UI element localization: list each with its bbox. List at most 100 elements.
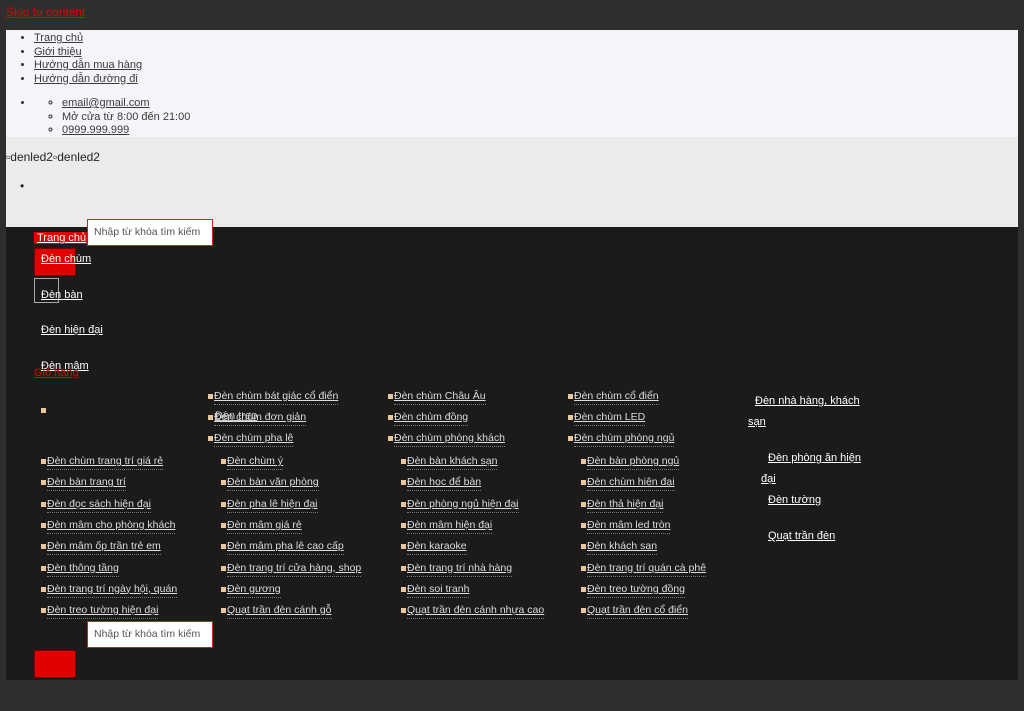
category-link[interactable]: Đèn treo tường hiện đại (47, 604, 159, 620)
menu-item-modern-lamp[interactable]: Đèn hiện đại (41, 324, 103, 336)
side-category-link[interactable]: Đèn nhà hàng, khách sạn (748, 391, 868, 433)
bullet-icon (221, 459, 226, 464)
category-link[interactable]: Đèn trang trí nhà hàng (407, 562, 513, 577)
top-bar: Trang chủ Giới thiệu Hướng dẫn mua hàng … (6, 30, 1018, 137)
category-link[interactable]: Đèn chùm hiện đại (587, 476, 675, 492)
bullet-icon (581, 544, 586, 550)
bullet-icon (208, 436, 213, 441)
category-link[interactable]: Đèn thông tầng (47, 562, 119, 577)
bullet-icon (208, 415, 213, 420)
menu-home[interactable]: Trang chủ (34, 232, 90, 244)
category-link[interactable]: Đèn trang trí cửa hàng, shop (227, 562, 362, 577)
page-wrapper: Trang chủ Giới thiệu Hướng dẫn mua hàng … (6, 30, 1018, 680)
category-link[interactable]: Đèn phòng ngủ hiện đại (407, 498, 519, 513)
top-links: Trang chủ Giới thiệu Hướng dẫn mua hàng … (34, 32, 142, 86)
search-button-secondary[interactable] (34, 650, 76, 678)
side-category-link[interactable]: Quạt trần đèn (768, 526, 835, 547)
category-link[interactable]: Đèn mâm pha lê cao cấp (227, 540, 344, 556)
search-input[interactable]: Nhập từ khóa tìm kiếm (87, 219, 213, 246)
bullet-icon (388, 415, 393, 420)
bullet-icon (221, 565, 226, 571)
bullet-icon (41, 608, 46, 614)
bullet-icon (221, 480, 226, 486)
contact-phone-item: 0999.999.999 (62, 124, 190, 138)
category-link[interactable]: Đèn bàn trang trí (47, 476, 126, 492)
category-link[interactable]: Đèn bàn văn phòng (227, 476, 319, 492)
bullet-icon (388, 436, 393, 441)
category-link[interactable]: Đèn chùm đơn giản (214, 411, 307, 426)
logo-area[interactable]: ▫denled2▫denled2 (6, 150, 100, 164)
bullet-icon (41, 480, 46, 486)
bullet-icon (581, 565, 586, 571)
bullet-icon (581, 608, 586, 614)
logo-alt-text-2: denled2 (57, 150, 100, 164)
top-link-buying-guide[interactable]: Hướng dẫn mua hàng (34, 59, 142, 71)
category-link[interactable]: Đèn học để bàn (407, 476, 482, 492)
menu-cart[interactable]: Giỏ hàng (34, 367, 79, 379)
category-link[interactable]: Đèn karaoke (407, 540, 467, 556)
bullet-icon (581, 459, 586, 464)
category-link[interactable]: Quạt trần đèn cánh gỗ (227, 604, 332, 620)
category-link[interactable]: Đèn bàn phòng ngủ (587, 455, 680, 470)
category-link[interactable]: Đèn chùm Châu Âu (394, 390, 486, 405)
category-link[interactable]: Đèn soi tranh (407, 583, 470, 598)
category-link[interactable]: Đèn đọc sách hiện đại (47, 498, 151, 513)
category-link[interactable]: Đèn gương (227, 583, 281, 598)
category-link[interactable]: Đèn chùm LED (574, 411, 646, 426)
top-link-item: Hướng dẫn mua hàng (34, 59, 142, 73)
side-category-link[interactable]: Đèn tường (768, 490, 821, 511)
category-link[interactable]: Đèn pha lê hiện đại (227, 498, 318, 513)
top-link-about[interactable]: Giới thiệu (34, 46, 82, 58)
site-header: ▫denled2▫denled2 • (6, 137, 1018, 227)
category-link[interactable]: Đèn chùm đồng (394, 411, 469, 426)
category-link[interactable]: Đèn chùm trang trí giá rẻ (47, 455, 164, 470)
category-link[interactable]: Đèn chùm cổ điển (574, 390, 659, 405)
category-link[interactable]: Đèn mâm giá rẻ (227, 519, 302, 534)
top-link-home[interactable]: Trang chủ (34, 32, 83, 44)
bullet-icon (221, 586, 226, 592)
category-link[interactable]: Đèn mâm led tròn (587, 519, 671, 534)
logo-alt-text: denled2 (10, 150, 53, 164)
category-link[interactable]: Đèn thả hiện đại (587, 498, 664, 513)
contact-list: email@gmail.com Mở cửa từ 8:00 đến 21:00… (62, 97, 190, 138)
bullet-icon (208, 394, 213, 399)
bullet-icon (41, 501, 46, 507)
top-link-item: Hướng dẫn đường đi (34, 73, 142, 87)
category-link[interactable]: Đèn chùm bát giác cổ điển (214, 390, 339, 405)
bullet-icon (221, 544, 226, 550)
bullet-icon (41, 459, 46, 464)
skip-to-content-link[interactable]: Skip to content (6, 5, 85, 19)
bullet-icon (401, 586, 406, 592)
bullet-icon (41, 408, 46, 413)
contact-phone-link[interactable]: 0999.999.999 (62, 124, 129, 136)
category-link[interactable]: Đèn khách sạn (587, 540, 658, 556)
menu-item-chandelier[interactable]: Đèn chùm (41, 253, 91, 265)
menu-item-table-lamp[interactable]: Đèn bàn (41, 289, 83, 301)
category-link[interactable]: Đèn chùm pha lê (214, 432, 294, 447)
bullet-icon (581, 586, 586, 592)
bullet-icon (401, 480, 406, 486)
bullet-icon (581, 501, 586, 507)
category-link[interactable]: Đèn chùm ý (227, 455, 284, 470)
category-link[interactable]: Đèn treo tường đồng (587, 583, 685, 598)
top-link-item: Giới thiệu (34, 46, 142, 60)
bullet-icon (41, 586, 46, 592)
category-link[interactable]: Đèn mâm cho phòng khách (47, 519, 176, 534)
bullet-icon (401, 608, 406, 614)
category-link[interactable]: Đèn bàn khách sạn (407, 455, 498, 470)
bullet-icon (401, 565, 406, 571)
category-link[interactable]: Đèn trang trí ngày hội, quán (47, 583, 178, 598)
side-category-link[interactable]: Đèn phòng ăn hiện đại (761, 448, 871, 490)
header-bullet: • (20, 179, 25, 193)
search-input-secondary[interactable]: Nhập từ khóa tìm kiếm (87, 621, 213, 648)
category-link[interactable]: Đèn mâm hiện đại (407, 519, 493, 534)
contact-email-link[interactable]: email@gmail.com (62, 97, 150, 109)
bullet-icon (41, 565, 46, 571)
category-link[interactable]: Đèn chùm phòng khách (394, 432, 505, 447)
category-link[interactable]: Đèn chùm phòng ngủ (574, 432, 675, 447)
category-link[interactable]: Đèn trang trí quán cà phê (587, 562, 707, 577)
category-link[interactable]: Quạt trần đèn cánh nhựa cao (407, 604, 545, 620)
top-link-directions[interactable]: Hướng dẫn đường đi (34, 73, 138, 85)
category-link[interactable]: Đèn mâm ốp trần trẻ em (47, 540, 161, 556)
category-link[interactable]: Quạt trần đèn cổ điển (587, 604, 688, 620)
